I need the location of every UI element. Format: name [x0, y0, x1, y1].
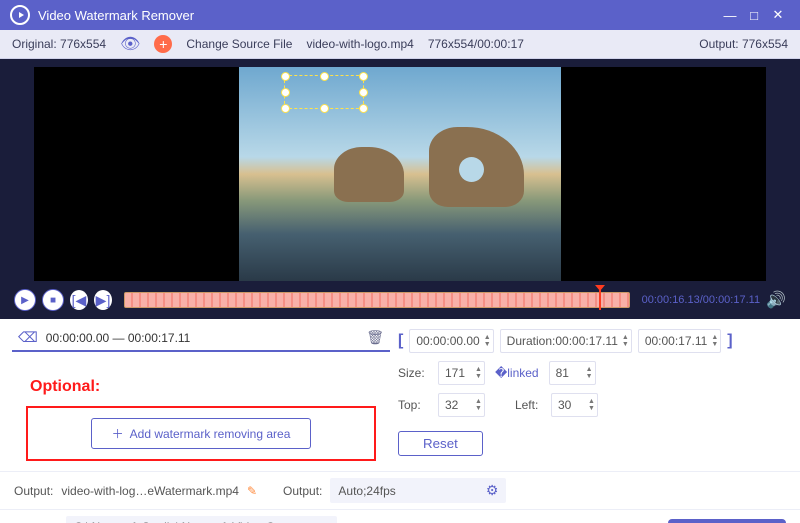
- top-label: Top:: [398, 398, 432, 412]
- resize-handle[interactable]: [281, 88, 290, 97]
- titlebar: Video Watermark Remover — □ ✕: [0, 0, 800, 30]
- minimize-button[interactable]: —: [718, 8, 742, 23]
- export-button[interactable]: Export: [668, 519, 786, 523]
- save-row: Save to: C:\Aiseesoft Studio\Aiseesoft V…: [0, 509, 800, 523]
- range-end-bracket-icon[interactable]: ]: [727, 332, 732, 350]
- source-meta: 776x554/00:00:17: [428, 37, 524, 51]
- optional-label: Optional:: [12, 352, 390, 406]
- settings-icon[interactable]: ⚙: [486, 482, 499, 499]
- height-input[interactable]: 81▲▼: [549, 361, 596, 385]
- output-label: Output:: [14, 484, 53, 498]
- play-button[interactable]: ▶: [14, 289, 36, 311]
- change-source-button[interactable]: Change Source File: [186, 37, 292, 51]
- preview-area: [0, 59, 800, 287]
- clip-range: 00:00:00.00 — 00:00:17.11: [46, 331, 358, 345]
- original-dims: Original: 776x554: [12, 37, 106, 51]
- size-label: Size:: [398, 366, 432, 380]
- add-watermark-label: Add watermark removing area: [130, 427, 291, 441]
- source-filename: video-with-logo.mp4: [306, 37, 413, 51]
- start-time-input[interactable]: 00:00:00.00▲▼: [409, 329, 493, 353]
- output-format-label: Output:: [283, 484, 322, 498]
- resize-handle[interactable]: [320, 72, 329, 81]
- link-aspect-icon[interactable]: �linked: [495, 366, 539, 380]
- output-format-select[interactable]: Auto;24fps ⚙: [330, 478, 506, 503]
- plus-icon: ＋: [112, 425, 124, 442]
- delete-clip-icon[interactable]: 🗑: [366, 329, 384, 346]
- timecode: 00:00:16.13/00:00:17.11: [642, 294, 760, 306]
- range-start-bracket-icon[interactable]: [: [398, 332, 403, 350]
- resize-handle[interactable]: [281, 104, 290, 113]
- clip-range-row: ⌫ 00:00:00.00 — 00:00:17.11 🗑: [12, 325, 390, 352]
- output-row: Output: video-with-log…eWatermark.mp4 ✎ …: [0, 471, 800, 509]
- resize-handle[interactable]: [359, 88, 368, 97]
- prev-frame-button[interactable]: [◀: [70, 290, 88, 310]
- add-source-icon[interactable]: +: [154, 35, 172, 53]
- eraser-icon[interactable]: ⌫: [18, 329, 38, 346]
- watermark-selection-box[interactable]: [284, 75, 364, 109]
- preview-toggle-icon[interactable]: 👁: [120, 34, 140, 54]
- top-input[interactable]: 32▲▼: [438, 393, 485, 417]
- left-input[interactable]: 30▲▼: [551, 393, 598, 417]
- player-controls: ▶ ■ [◀ ▶] 00:00:16.13/00:00:17.11 🔊: [0, 287, 800, 319]
- save-path-field[interactable]: C:\Aiseesoft Studio\Aiseesoft Video Conv…: [66, 516, 337, 523]
- duration-input[interactable]: Duration:00:00:17.11▲▼: [500, 329, 632, 353]
- volume-icon[interactable]: 🔊: [766, 290, 786, 310]
- end-time-input[interactable]: 00:00:17.11▲▼: [638, 329, 721, 353]
- highlight-box: ＋ Add watermark removing area: [26, 406, 376, 461]
- resize-handle[interactable]: [281, 72, 290, 81]
- app-logo-icon: [10, 5, 30, 25]
- resize-handle[interactable]: [320, 104, 329, 113]
- maximize-button[interactable]: □: [742, 8, 766, 23]
- reset-button[interactable]: Reset: [398, 431, 483, 456]
- output-filename: video-with-log…eWatermark.mp4: [61, 484, 239, 498]
- info-bar: Original: 776x554 👁 + Change Source File…: [0, 30, 800, 59]
- width-input[interactable]: 171▲▼: [438, 361, 485, 385]
- left-label: Left:: [515, 398, 545, 412]
- video-preview[interactable]: [34, 67, 766, 281]
- add-watermark-area-button[interactable]: ＋ Add watermark removing area: [91, 418, 312, 449]
- edit-filename-icon[interactable]: ✎: [247, 484, 257, 498]
- next-frame-button[interactable]: ▶]: [94, 290, 112, 310]
- resize-handle[interactable]: [359, 72, 368, 81]
- close-button[interactable]: ✕: [766, 7, 790, 23]
- resize-handle[interactable]: [359, 104, 368, 113]
- playhead[interactable]: [599, 288, 601, 310]
- stop-button[interactable]: ■: [42, 289, 64, 311]
- timeline-scrubber[interactable]: [124, 292, 630, 308]
- app-title: Video Watermark Remover: [38, 8, 718, 23]
- output-dims: Output: 776x554: [699, 37, 788, 51]
